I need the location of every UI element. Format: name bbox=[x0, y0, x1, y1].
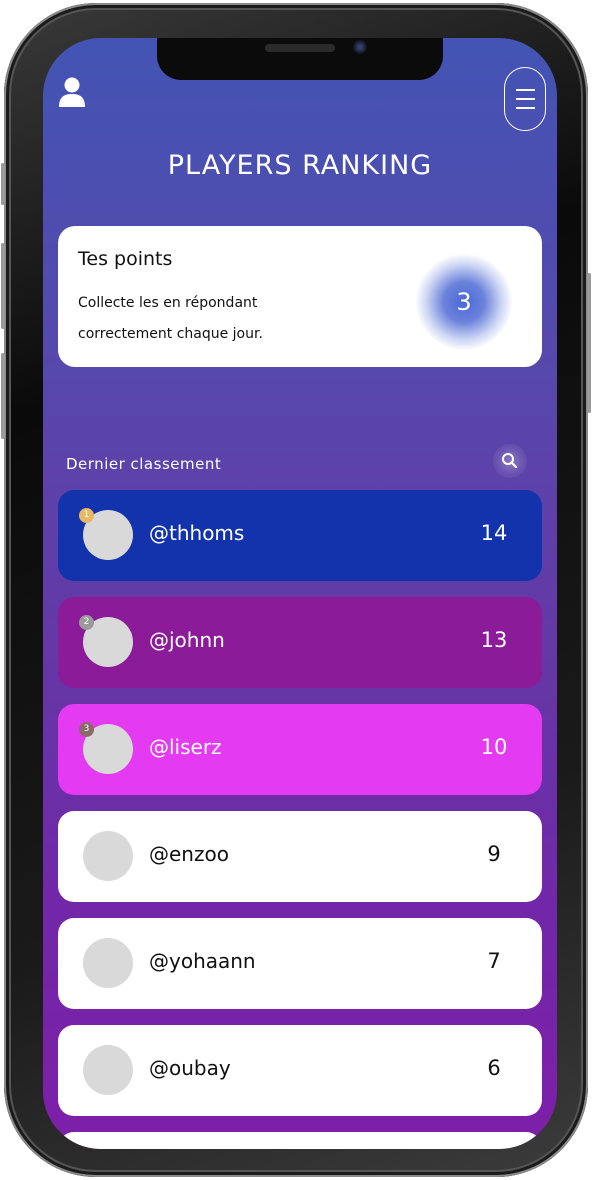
username: @liserz bbox=[149, 735, 222, 759]
search-button[interactable] bbox=[493, 444, 527, 478]
ranking-row-3[interactable]: 3 @liserz 10 bbox=[58, 704, 542, 795]
mute-switch bbox=[1, 163, 5, 205]
power-button bbox=[587, 273, 591, 413]
points-description: Collecte les en répondant correctement c… bbox=[78, 295, 263, 342]
avatar bbox=[83, 938, 133, 988]
username: @enzoo bbox=[149, 842, 229, 866]
ranking-row-1[interactable]: 1 @thhoms 14 bbox=[58, 490, 542, 581]
username: @johnn bbox=[149, 628, 225, 652]
phone-frame: PLAYERS RANKING Tes points Collecte les … bbox=[1, 3, 591, 1177]
points-value: 3 bbox=[456, 288, 472, 316]
score: 7 bbox=[487, 949, 501, 973]
ranking-row-2[interactable]: 2 @johnn 13 bbox=[58, 597, 542, 688]
menu-button[interactable] bbox=[504, 67, 546, 131]
rank-badge: 1 bbox=[79, 508, 94, 523]
front-camera bbox=[353, 40, 367, 54]
menu-icon bbox=[516, 89, 535, 91]
ranking-row-6[interactable]: @oubay 6 bbox=[58, 1025, 542, 1116]
page-title: PLAYERS RANKING bbox=[167, 150, 433, 181]
score: 6 bbox=[487, 1056, 501, 1080]
ranking-row-4[interactable]: @enzoo 9 bbox=[58, 811, 542, 902]
notch bbox=[157, 38, 443, 80]
score: 9 bbox=[487, 842, 501, 866]
user-icon[interactable] bbox=[58, 76, 86, 108]
menu-icon-line bbox=[516, 107, 535, 109]
points-title: Tes points bbox=[78, 248, 173, 270]
username: @oubay bbox=[149, 1056, 231, 1080]
menu-icon-line bbox=[516, 98, 535, 100]
search-icon bbox=[502, 453, 518, 469]
section-label: Dernier classement bbox=[66, 455, 222, 473]
volume-up-button bbox=[1, 243, 5, 329]
avatar bbox=[83, 1045, 133, 1095]
points-card: Tes points Collecte les en répondant cor… bbox=[58, 226, 542, 367]
volume-down-button bbox=[1, 353, 5, 439]
rank-badge: 2 bbox=[79, 615, 94, 630]
ranking-row-7[interactable] bbox=[58, 1132, 542, 1149]
app-screen: PLAYERS RANKING Tes points Collecte les … bbox=[43, 38, 557, 1149]
score: 14 bbox=[480, 521, 508, 545]
rank-badge: 3 bbox=[79, 722, 94, 737]
speaker-grille bbox=[265, 44, 335, 52]
username: @thhoms bbox=[149, 521, 245, 545]
username: @yohaann bbox=[149, 949, 256, 973]
avatar bbox=[83, 831, 133, 881]
ranking-row-5[interactable]: @yohaann 7 bbox=[58, 918, 542, 1009]
score: 10 bbox=[480, 735, 508, 759]
score: 13 bbox=[480, 628, 508, 652]
